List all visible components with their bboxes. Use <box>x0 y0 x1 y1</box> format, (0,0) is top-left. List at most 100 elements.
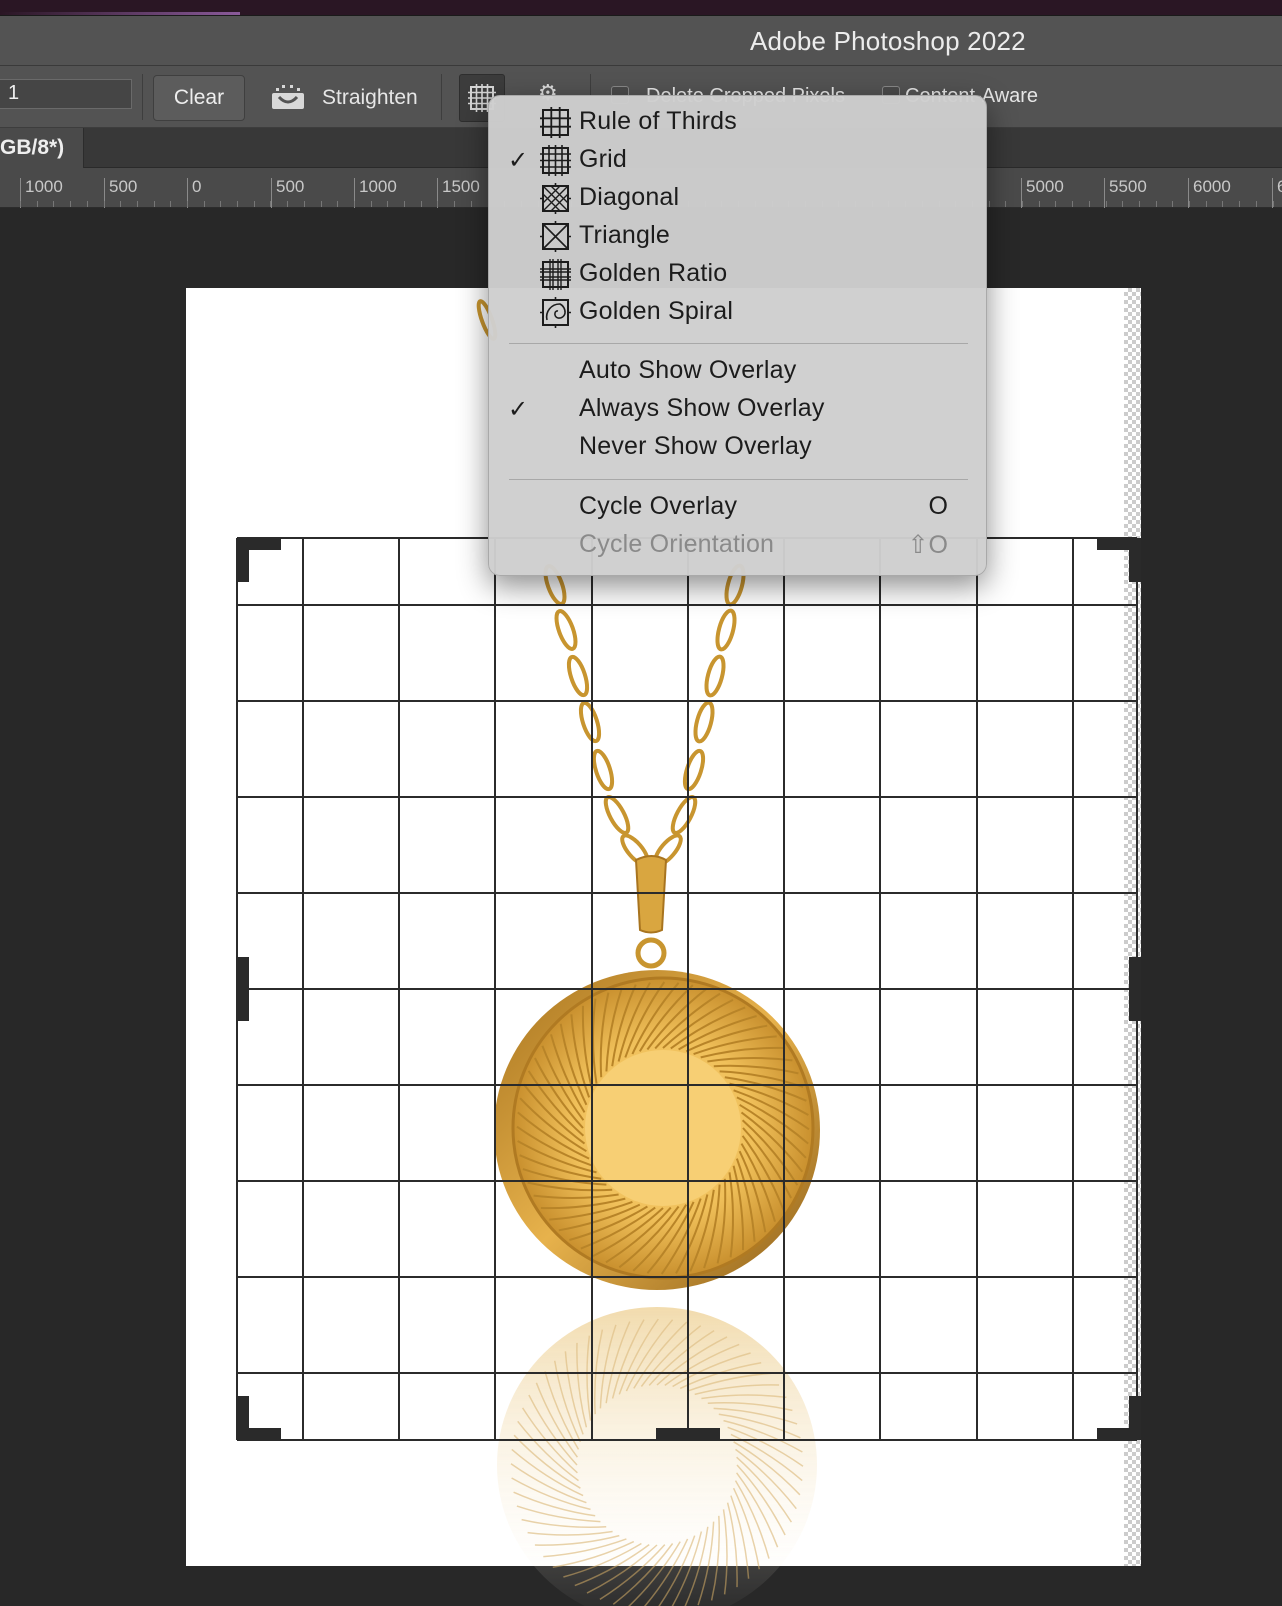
menu-item-label: Golden Ratio <box>579 259 728 287</box>
ruler-minor-tick <box>104 201 105 207</box>
ruler-minor-tick <box>70 201 71 207</box>
menu-item-label: Auto Show Overlay <box>579 356 797 384</box>
triangle-icon <box>540 221 571 252</box>
ruler-minor-tick <box>287 201 288 207</box>
ruler-minor-tick <box>37 201 38 207</box>
menu-separator <box>509 479 968 480</box>
menu-item-triangle[interactable]: Triangle <box>489 218 988 255</box>
ruler-minor-tick <box>270 201 271 207</box>
ruler-minor-tick <box>404 201 405 207</box>
menu-item-always-show-overlay[interactable]: ✓ Always Show Overlay <box>489 391 988 428</box>
ruler-minor-tick <box>1139 201 1140 207</box>
straighten-icon <box>272 85 304 109</box>
ruler-minor-tick <box>187 201 188 207</box>
ruler-minor-tick <box>1156 201 1157 207</box>
ruler-minor-tick <box>1172 201 1173 207</box>
ruler-minor-tick <box>87 201 88 207</box>
ruler-minor-tick <box>454 201 455 207</box>
ruler-minor-tick <box>321 201 322 207</box>
golden-ratio-icon <box>540 259 571 290</box>
ruler-minor-tick <box>1206 201 1207 207</box>
ruler-minor-tick <box>337 201 338 207</box>
overlay-options-menu: Rule of Thirds ✓ Grid Diagonal Triangle <box>488 95 987 576</box>
menu-item-label: Diagonal <box>579 183 680 211</box>
ruler-minor-tick <box>204 201 205 207</box>
title-bar: Adobe Photoshop 2022 <box>0 16 1282 66</box>
ruler-minor-tick <box>1072 201 1073 207</box>
ruler-minor-tick <box>20 201 21 207</box>
menu-item-shortcut: ⇧O <box>907 531 948 559</box>
diagonal-icon <box>540 183 571 214</box>
document-tab[interactable]: GB/8*) <box>0 128 84 168</box>
ruler-minor-tick <box>170 201 171 207</box>
clear-button[interactable]: Clear <box>153 75 245 121</box>
ruler-minor-tick <box>1089 201 1090 207</box>
menu-item-golden-spiral[interactable]: Golden Spiral <box>489 294 988 331</box>
ruler-minor-tick <box>237 201 238 207</box>
menu-item-label: Rule of Thirds <box>579 107 737 135</box>
ruler-minor-tick <box>254 201 255 207</box>
ruler-label: 1000 <box>354 178 397 208</box>
ruler-minor-tick <box>387 201 388 207</box>
ruler-minor-tick <box>137 201 138 207</box>
ruler-minor-tick <box>471 201 472 207</box>
menu-item-label: Never Show Overlay <box>579 432 812 460</box>
menu-item-check <box>505 298 531 326</box>
ruler-minor-tick <box>1256 201 1257 207</box>
menu-item-label: Always Show Overlay <box>579 394 825 422</box>
ruler-minor-tick <box>1055 201 1056 207</box>
menu-item-shortcut: O <box>928 492 948 520</box>
menu-item-label: Triangle <box>579 221 670 249</box>
menu-item-check <box>505 357 531 385</box>
menu-item-never-show-overlay[interactable]: Never Show Overlay <box>489 429 988 466</box>
menu-item-check <box>505 184 531 212</box>
menu-item-check: ✓ <box>507 147 529 174</box>
ruler-minor-tick <box>120 201 121 207</box>
options-separator <box>441 74 442 120</box>
menu-item-check <box>505 260 531 288</box>
ruler-label: 5500 <box>1104 178 1147 208</box>
grid-icon <box>540 145 571 176</box>
ruler-minor-tick <box>1273 201 1274 207</box>
ruler-minor-tick <box>1022 201 1023 207</box>
menu-item-check <box>505 222 531 250</box>
menu-separator <box>509 343 968 344</box>
ratio-input[interactable]: 1 <box>0 79 132 109</box>
straighten-button[interactable]: Straighten <box>270 80 418 116</box>
golden-spiral-icon <box>540 297 571 328</box>
menu-item-label: Cycle Orientation <box>579 530 775 558</box>
menu-item-label: Golden Spiral <box>579 297 734 325</box>
window-title: Adobe Photoshop 2022 <box>750 26 1026 56</box>
ruler-label: 0 <box>187 178 201 208</box>
menu-item-rule-of-thirds[interactable]: Rule of Thirds <box>489 104 988 141</box>
menu-item-golden-ratio[interactable]: Golden Ratio <box>489 256 988 293</box>
ruler-minor-tick <box>1222 201 1223 207</box>
ruler-minor-tick <box>154 201 155 207</box>
ruler-label: 1000 <box>20 178 63 208</box>
straighten-label: Straighten <box>322 86 418 109</box>
ruler-minor-tick <box>53 201 54 207</box>
ruler-minor-tick <box>220 201 221 207</box>
menu-item-auto-show-overlay[interactable]: Auto Show Overlay <box>489 353 988 390</box>
top-strip-glow <box>0 12 240 15</box>
ruler-minor-tick <box>371 201 372 207</box>
menu-item-grid[interactable]: ✓ Grid <box>489 142 988 179</box>
menu-item-label: Grid <box>579 145 628 173</box>
ruler-minor-tick <box>1039 201 1040 207</box>
ruler-label: 6000 <box>1188 178 1231 208</box>
menu-item-cycle-orientation: Cycle Orientation ⇧O <box>489 527 988 564</box>
ruler-minor-tick <box>1239 201 1240 207</box>
rule-of-thirds-icon <box>540 107 571 138</box>
ruler-minor-tick <box>1005 201 1006 207</box>
ruler-minor-tick <box>989 201 990 207</box>
menu-item-label: Cycle Overlay <box>579 492 738 520</box>
ruler-label: 1500 <box>437 178 480 208</box>
ruler-label: 5000 <box>1021 178 1064 208</box>
ruler-minor-tick <box>1189 201 1190 207</box>
menu-item-check: ✓ <box>507 396 529 423</box>
menu-item-check <box>505 108 531 136</box>
menu-item-cycle-overlay[interactable]: Cycle Overlay O <box>489 489 988 526</box>
system-top-strip <box>0 0 1282 16</box>
menu-item-diagonal[interactable]: Diagonal <box>489 180 988 217</box>
ruler-minor-tick <box>437 201 438 207</box>
